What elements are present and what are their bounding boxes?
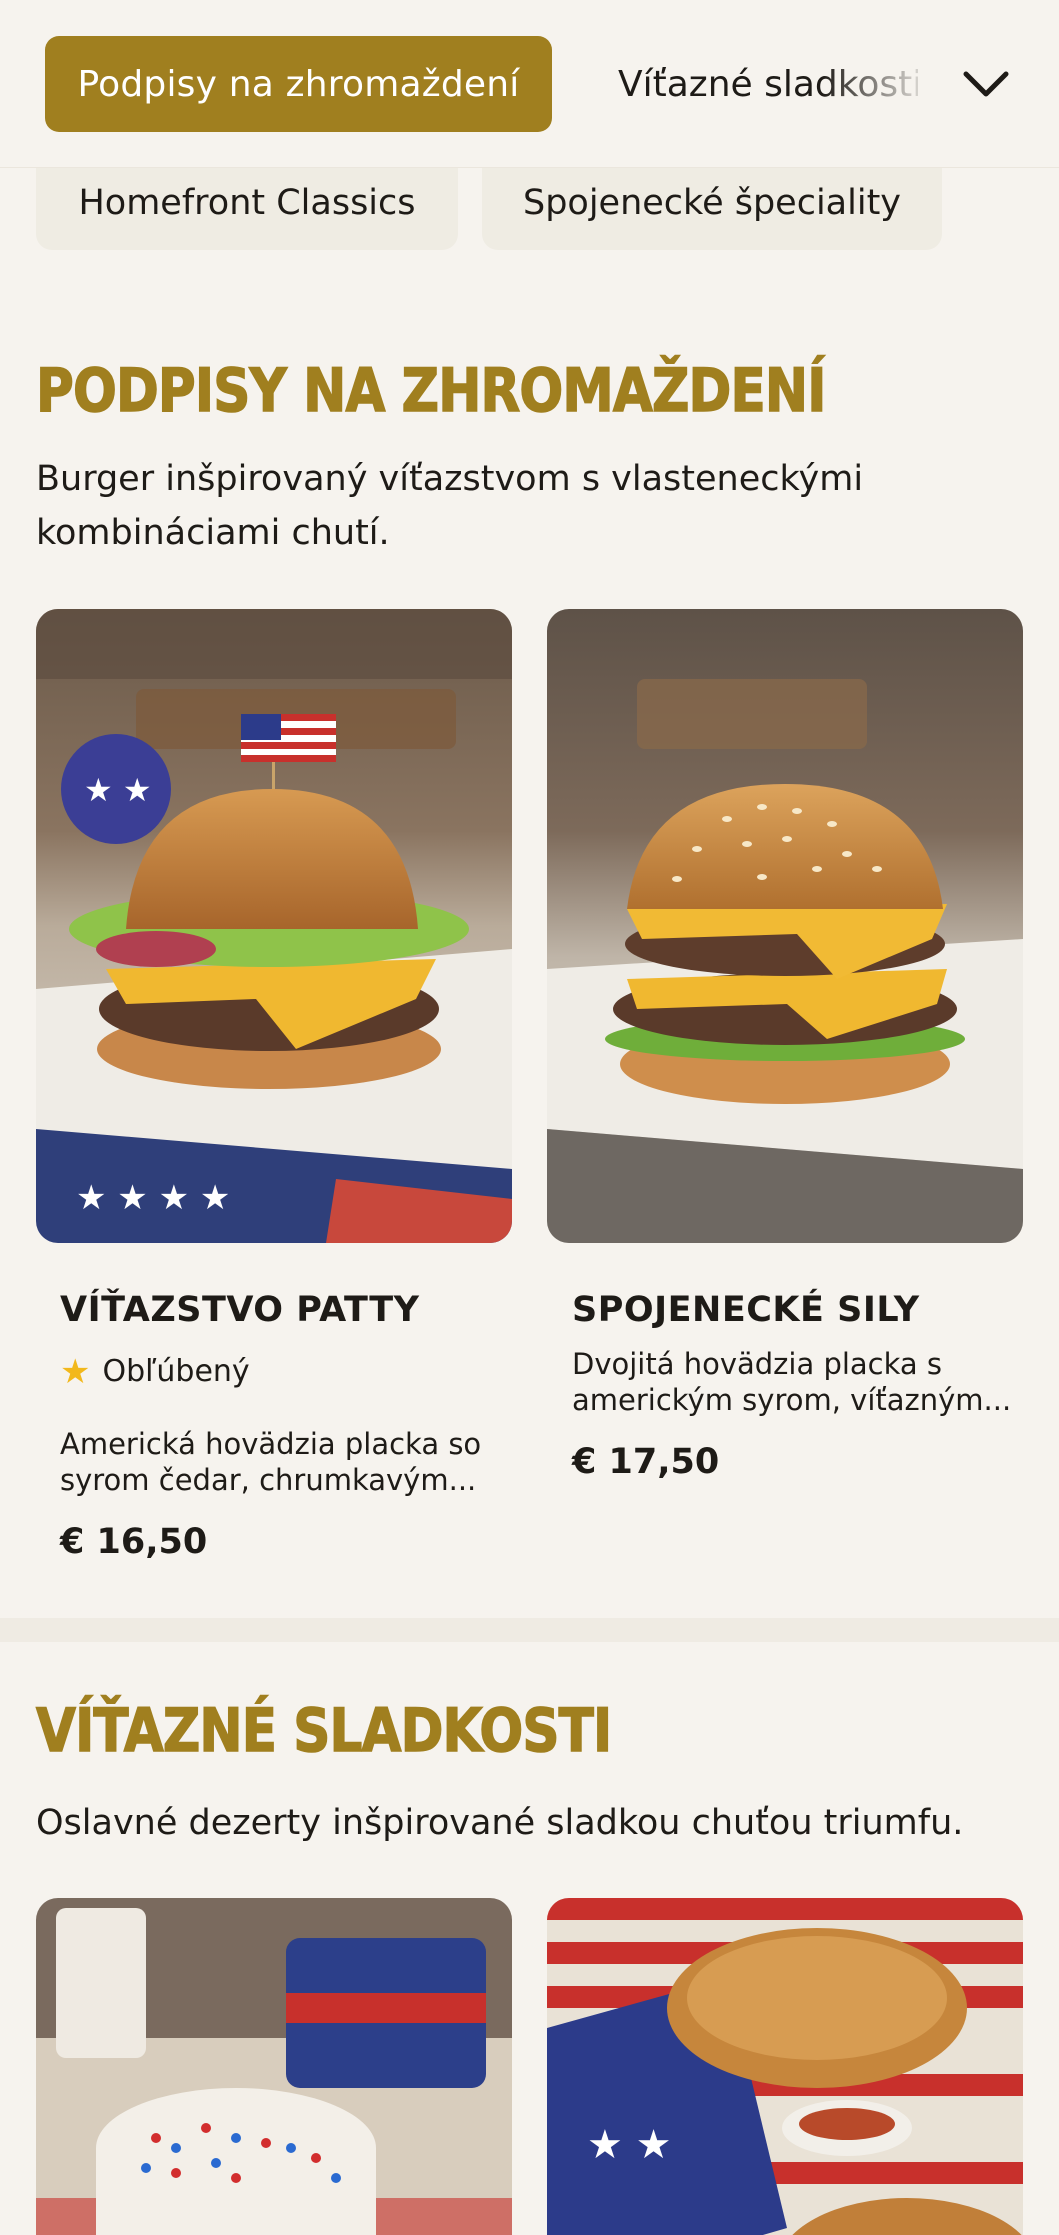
svg-text:★ ★: ★ ★: [587, 2122, 671, 2168]
item-description: Dvojitá hovädzia placka s americkým syro…: [572, 1347, 1012, 1417]
svg-text:★ ★: ★ ★: [84, 771, 152, 809]
section-divider: [0, 1618, 1059, 1642]
section-description: Burger inšpirovaný víťazstvom s vlastene…: [36, 459, 864, 553]
item-price: € 16,50: [60, 1522, 208, 1562]
item-image-spojenecke-sily[interactable]: [547, 609, 1023, 1243]
category-nav: Podpisy na zhromaždení Víťazné sladkosti: [0, 0, 1059, 168]
tab-podpisy-na-zhromazdeni[interactable]: Podpisy na zhromaždení: [45, 36, 552, 132]
section-description: Oslavné dezerty inšpirované sladkou chuť…: [36, 1803, 964, 1843]
item-name: VÍŤAZSTVO PATTY: [60, 1290, 420, 1330]
chevron-down-icon[interactable]: [958, 60, 1014, 108]
item-name: SPOJENECKÉ SILY: [572, 1290, 920, 1330]
item-image-vitazstvo-patty[interactable]: ★ ★ ★ ★ ★ ★: [36, 609, 512, 1243]
item-image-dessert-pie[interactable]: ★ ★: [547, 1898, 1023, 2235]
tab-vitazne-sladkosti[interactable]: Víťazné sladkosti: [618, 36, 918, 132]
section-title: VÍŤAZNÉ SLADKOSTI: [35, 1695, 613, 1767]
section-title: PODPISY NA ZHROMAŽDENÍ: [35, 355, 827, 427]
svg-text:★ ★ ★ ★: ★ ★ ★ ★: [76, 1178, 230, 1218]
item-price: € 17,50: [572, 1442, 720, 1482]
badge-label: Obľúbený: [102, 1354, 250, 1389]
popular-badge: ★ Obľúbený: [60, 1354, 250, 1389]
star-icon: ★: [60, 1351, 91, 1392]
item-description: Americká hovädzia placka so syrom čedar,…: [60, 1427, 482, 1497]
item-image-dessert-cake[interactable]: [36, 1898, 512, 2235]
